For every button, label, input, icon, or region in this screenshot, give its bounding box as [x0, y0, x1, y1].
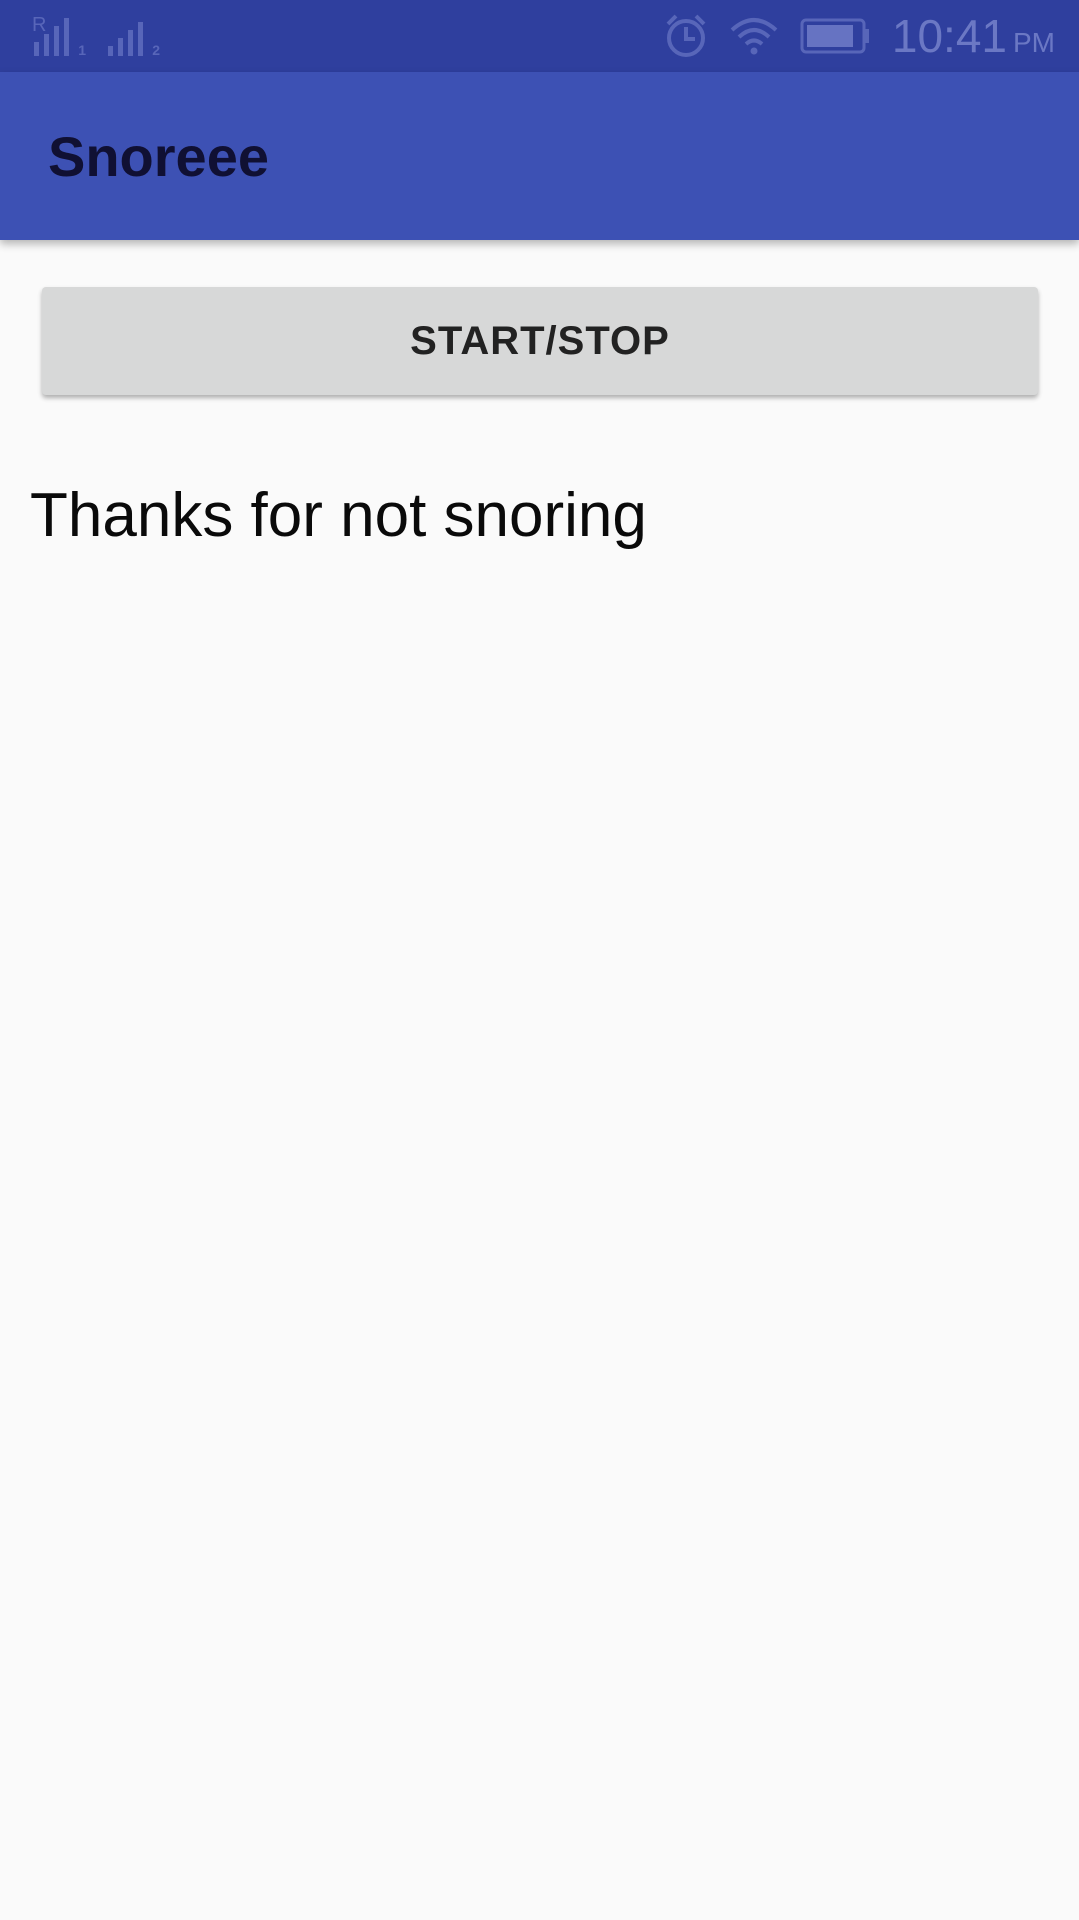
alarm-icon: [664, 12, 708, 60]
battery-icon: [800, 18, 870, 54]
app-bar: Snoreee: [0, 72, 1079, 240]
sim1-index: 1: [78, 42, 86, 58]
status-message: Thanks for not snoring: [30, 481, 647, 550]
clock-time: 10:41: [891, 10, 1007, 62]
signal-group: R 1 2: [30, 14, 178, 58]
status-right: 10:41 PM: [664, 0, 1055, 72]
app-title: Snoreee: [48, 125, 269, 188]
clock: 10:41 PM: [892, 9, 1055, 63]
sim2-index: 2: [152, 42, 160, 58]
wifi-icon: [730, 16, 778, 56]
status-bar: R 1 2 10:41 PM: [0, 0, 1079, 72]
sim1-signal-icon: R 1: [30, 14, 86, 58]
start-stop-button[interactable]: START/STOP: [42, 287, 1038, 395]
sim2-signal-icon: 2: [104, 14, 160, 58]
clock-ampm: PM: [1013, 27, 1055, 58]
